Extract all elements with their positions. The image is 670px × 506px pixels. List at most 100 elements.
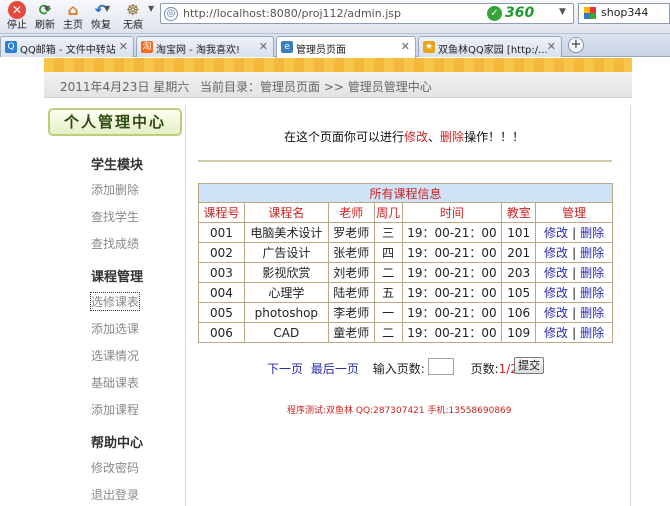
sidebar-item-base-table[interactable]: 基础课表	[91, 374, 139, 391]
footer-credits: 程序测试:双鱼林 QQ:287307421 手机:13558690869	[287, 406, 512, 416]
paw-icon: ☸	[126, 1, 140, 19]
sidebar-item-find-score[interactable]: 查找成绩	[91, 235, 139, 252]
edit-link[interactable]: 修改	[544, 306, 568, 320]
edit-link[interactable]: 修改	[544, 326, 568, 340]
table-cell: 三	[373, 222, 403, 243]
toolbar-button-restore[interactable]: ↶ 恢复	[86, 0, 116, 34]
operation-prompt: 在这个页面你可以进行修改、删除操作！！！	[284, 128, 524, 145]
table-cell: 张老师	[327, 242, 375, 263]
tab-label: 淘宝网 - 淘我喜欢!	[156, 45, 240, 56]
current-date: 2011年4月23日 星期六	[60, 80, 190, 94]
row-actions: 修改 | 删除	[535, 262, 613, 283]
tab-label: QQ邮箱 - 文件中转站	[20, 45, 116, 56]
sidebar-heading-course: 课程管理	[91, 270, 144, 285]
table-cell: 002	[198, 242, 245, 263]
address-url[interactable]: http://localhost:8080/proj112/admin.jsp	[183, 7, 401, 20]
tab-admin-page[interactable]: e 管理员页面 ✕	[276, 36, 416, 58]
delete-link[interactable]: 删除	[580, 306, 604, 320]
sidebar-heading-help: 帮助中心	[91, 436, 144, 451]
delete-link[interactable]: 删除	[580, 266, 604, 280]
action-separator: |	[572, 306, 577, 320]
new-tab-button[interactable]: +	[568, 37, 584, 53]
delete-link[interactable]: 删除	[580, 286, 604, 300]
tab-qqhome[interactable]: ★ 双鱼林QQ家园 [http:/... ✕	[418, 36, 562, 57]
search-box[interactable]: shop344	[578, 3, 670, 24]
table-cell: CAD	[243, 322, 329, 343]
table-cell: 001	[198, 222, 245, 243]
close-icon[interactable]: ✕	[119, 40, 128, 53]
last-page-link[interactable]: 最后一页	[311, 362, 359, 376]
column-header: 课程名	[243, 202, 329, 223]
toolbar-button-label: 主页	[63, 20, 83, 31]
toolbar-button-home[interactable]: ⌂ 主页	[58, 0, 88, 34]
sidebar-item-find-student[interactable]: 查找学生	[91, 208, 139, 225]
sidebar-item-logout[interactable]: 退出登录	[91, 486, 139, 503]
table-cell: 005	[198, 302, 245, 323]
sidebar-item-add-course[interactable]: 添加课程	[91, 401, 139, 418]
action-separator: |	[572, 226, 577, 240]
tab-bar: Q QQ邮箱 - 文件中转站 ✕ 淘 淘宝网 - 淘我喜欢! ✕ e 管理员页面…	[0, 34, 670, 58]
table-cell: 陆老师	[327, 282, 375, 303]
nav-dropdown-arrow[interactable]: ▼	[148, 4, 154, 13]
security-check-icon: ✓	[487, 6, 502, 21]
delete-link[interactable]: 删除	[580, 326, 604, 340]
toolbar-button-label: 停止	[7, 20, 27, 31]
info-bar: 2011年4月23日 星期六 当前目录：管理员页面 >> 管理员管理中心	[44, 72, 632, 98]
sidebar-item-selection-status[interactable]: 选课情况	[91, 347, 139, 364]
search-engine-icon[interactable]	[584, 7, 596, 19]
edit-link[interactable]: 修改	[544, 286, 568, 300]
close-icon[interactable]: ✕	[401, 40, 410, 53]
column-header: 时间	[401, 202, 503, 223]
address-dropdown-icon[interactable]: ▼	[559, 7, 566, 17]
table-row: 004 心理学 陆老师五 19：00-21：00 105 修改 | 删除	[198, 282, 613, 303]
table-cell: 罗老师	[327, 222, 375, 243]
brand-360-logo: 360	[505, 5, 535, 21]
browser-toolbar: ✕ 停止 ⟳ 刷新 ⌂ 主页 ↶ 恢复 ☸ 无痕 ▼ ▼ ▼ ◎ http://localhost:8…	[0, 0, 670, 34]
table-cell: 006	[198, 322, 245, 343]
tab-qqmail[interactable]: Q QQ邮箱 - 文件中转站 ✕	[0, 36, 134, 57]
pages-label: 页数:	[470, 362, 499, 376]
close-icon[interactable]: ✕	[259, 40, 268, 53]
taobao-icon: 淘	[141, 41, 153, 53]
close-icon[interactable]: ✕	[547, 40, 556, 53]
table-cell: 003	[198, 262, 245, 283]
table-cell: 一	[373, 302, 403, 323]
sidebar-item-add-selection[interactable]: 添加选课	[91, 320, 139, 337]
row-actions: 修改 | 删除	[535, 302, 613, 323]
table-cell: 电脑美术设计	[243, 222, 329, 243]
ie-icon: e	[281, 41, 293, 53]
column-header: 周几	[373, 202, 403, 223]
edit-link[interactable]: 修改	[544, 266, 568, 280]
delete-link[interactable]: 删除	[580, 226, 604, 240]
banner-strip	[44, 58, 632, 72]
edit-link[interactable]: 修改	[544, 246, 568, 260]
sidebar-item-change-password[interactable]: 修改密码	[91, 459, 139, 476]
breadcrumb: 当前目录：管理员页面 >> 管理员管理中心	[200, 80, 432, 94]
sidebar-item-elective-table[interactable]: 选修课表	[89, 292, 141, 311]
table-cell: 影视欣赏	[243, 262, 329, 283]
search-input[interactable]: shop344	[601, 6, 648, 19]
edit-link[interactable]: 修改	[544, 226, 568, 240]
page-number-input[interactable]	[428, 358, 454, 375]
submit-button[interactable]: 提交	[514, 357, 544, 374]
table-cell: 105	[501, 282, 537, 303]
row-actions: 修改 | 删除	[535, 242, 613, 263]
toolbar-button-stop[interactable]: ✕ 停止	[2, 0, 32, 34]
dropdown-arrow-icon[interactable]: ▼	[44, 4, 50, 13]
address-bar[interactable]: ◎ http://localhost:8080/proj112/admin.js…	[160, 3, 574, 24]
sidebar-item-add-delete[interactable]: 添加删除	[91, 181, 139, 198]
table-cell: 心理学	[243, 282, 329, 303]
pager: 下一页 最后一页 输入页数: 页数:1/2 提交	[267, 357, 544, 377]
dropdown-arrow-icon[interactable]: ▼	[104, 4, 110, 13]
column-header: 老师	[327, 202, 375, 223]
table-cell: 童老师	[327, 322, 375, 343]
tab-taobao[interactable]: 淘 淘宝网 - 淘我喜欢! ✕	[136, 36, 274, 57]
toolbar-button-label: 无痕	[123, 20, 143, 31]
column-header: 教室	[501, 202, 537, 223]
next-page-link[interactable]: 下一页	[267, 362, 303, 376]
row-actions: 修改 | 删除	[535, 282, 613, 303]
page-input-label: 输入页数:	[372, 362, 425, 376]
toolbar-button-paw[interactable]: ☸ 无痕	[118, 0, 148, 34]
action-separator: |	[572, 266, 577, 280]
delete-link[interactable]: 删除	[580, 246, 604, 260]
